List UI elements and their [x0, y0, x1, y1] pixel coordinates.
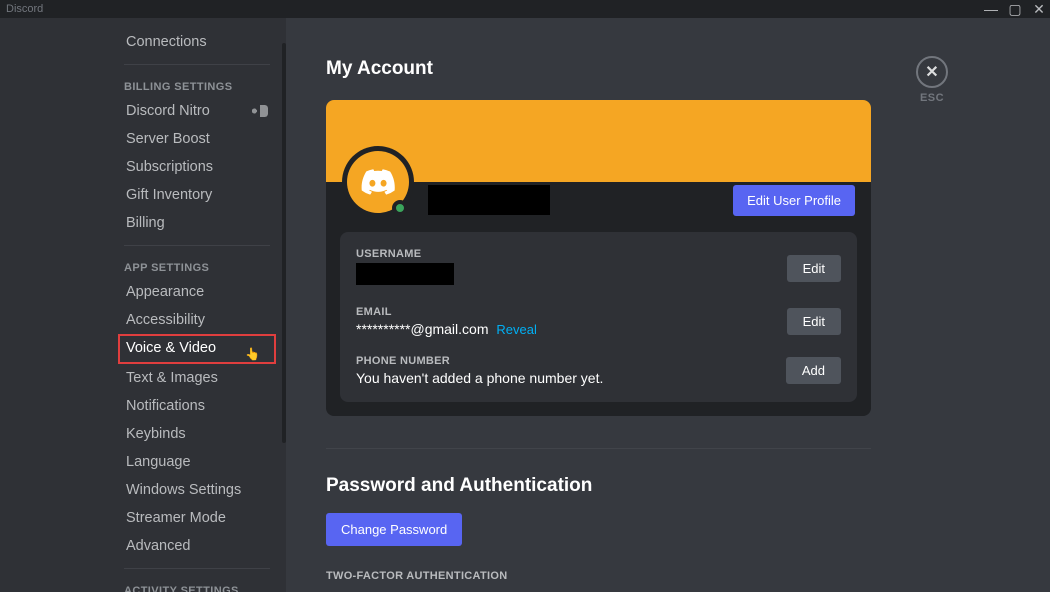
- sidebar-item-gift-inventory[interactable]: Gift Inventory: [118, 181, 276, 209]
- sidebar-item-streamer-mode[interactable]: Streamer Mode: [118, 504, 276, 532]
- settings-content: ✕ ESC My Account Edit User Profile: [286, 18, 1050, 592]
- sidebar-item-text-images[interactable]: Text & Images: [118, 364, 276, 392]
- change-password-button[interactable]: Change Password: [326, 513, 462, 546]
- account-card: Edit User Profile USERNAME Edit EMAIL **…: [326, 100, 871, 416]
- sidebar-item-language[interactable]: Language: [118, 448, 276, 476]
- profile-row: Edit User Profile: [326, 182, 871, 232]
- sidebar-item-connections[interactable]: Connections: [118, 28, 276, 56]
- sidebar-item-discord-nitro[interactable]: Discord Nitro: [118, 97, 276, 125]
- sidebar-item-label: Windows Settings: [126, 481, 241, 499]
- close-settings-button[interactable]: ✕ ESC: [916, 56, 948, 104]
- sidebar-item-label: Advanced: [126, 537, 191, 555]
- titlebar: Discord — ▢ ✕: [0, 0, 1050, 18]
- sidebar-item-windows-settings[interactable]: Windows Settings: [118, 476, 276, 504]
- field-label: PHONE NUMBER: [356, 355, 786, 367]
- username-display: [428, 185, 550, 215]
- sidebar-item-server-boost[interactable]: Server Boost: [118, 125, 276, 153]
- sidebar-item-label: Language: [126, 453, 191, 471]
- sidebar-item-label: Text & Images: [126, 369, 218, 387]
- account-fields: USERNAME Edit EMAIL **********@gmail.com…: [340, 232, 857, 402]
- sidebar-item-billing[interactable]: Billing: [118, 209, 276, 237]
- sidebar-item-label: Discord Nitro: [126, 102, 210, 120]
- field-phone: PHONE NUMBER You haven't added a phone n…: [356, 355, 841, 386]
- sidebar-item-appearance[interactable]: Appearance: [118, 278, 276, 306]
- section-divider: [326, 448, 871, 449]
- edit-username-button[interactable]: Edit: [787, 255, 841, 282]
- email-value: **********@gmail.com: [356, 321, 489, 337]
- phone-value: You haven't added a phone number yet.: [356, 370, 786, 386]
- auth-section-title: Password and Authentication: [326, 475, 1010, 497]
- field-email: EMAIL **********@gmail.com Reveal Edit: [356, 306, 841, 337]
- sidebar-header-billing: BILLING SETTINGS: [118, 65, 276, 97]
- sidebar-item-notifications[interactable]: Notifications: [118, 392, 276, 420]
- sidebar-header-app: APP SETTINGS: [118, 246, 276, 278]
- sidebar-item-label: Keybinds: [126, 425, 186, 443]
- pointer-cursor-icon: 👆: [245, 345, 260, 363]
- app-title: Discord: [6, 3, 43, 15]
- close-icon: ✕: [925, 62, 938, 82]
- sidebar-item-label: Server Boost: [126, 130, 210, 148]
- settings-sidebar: Connections BILLING SETTINGS Discord Nit…: [0, 18, 286, 592]
- sidebar-item-label: Subscriptions: [126, 158, 213, 176]
- field-username: USERNAME Edit: [356, 248, 841, 288]
- window-close-button[interactable]: ✕: [1032, 2, 1046, 16]
- field-label: USERNAME: [356, 248, 787, 260]
- sidebar-item-label: Appearance: [126, 283, 204, 301]
- discord-logo-icon: [361, 169, 395, 195]
- sidebar-item-label: Notifications: [126, 397, 205, 415]
- sidebar-item-label: Accessibility: [126, 311, 205, 329]
- sidebar-item-voice-video[interactable]: Voice & Video 👆: [118, 334, 276, 364]
- sidebar-item-advanced[interactable]: Advanced: [118, 532, 276, 560]
- username-value-redacted: [356, 263, 454, 285]
- sidebar-item-label: Streamer Mode: [126, 509, 226, 527]
- sidebar-header-activity: ACTIVITY SETTINGS: [118, 569, 276, 592]
- edit-email-button[interactable]: Edit: [787, 308, 841, 335]
- close-icon-circle[interactable]: ✕: [916, 56, 948, 88]
- add-phone-button[interactable]: Add: [786, 357, 841, 384]
- sidebar-item-label: Connections: [126, 33, 207, 51]
- avatar-wrapper: [342, 146, 414, 218]
- edit-user-profile-button[interactable]: Edit User Profile: [733, 185, 855, 216]
- sidebar-item-accessibility[interactable]: Accessibility: [118, 306, 276, 334]
- sidebar-item-label: Gift Inventory: [126, 186, 212, 204]
- window-maximize-button[interactable]: ▢: [1008, 2, 1022, 16]
- nitro-badge-icon: [252, 105, 268, 117]
- tfa-section-label: TWO-FACTOR AUTHENTICATION: [326, 570, 1010, 582]
- sidebar-item-subscriptions[interactable]: Subscriptions: [118, 153, 276, 181]
- window-controls: — ▢ ✕: [984, 0, 1046, 18]
- sidebar-item-label: Billing: [126, 214, 165, 232]
- window-minimize-button[interactable]: —: [984, 2, 998, 16]
- status-indicator-online: [392, 200, 408, 216]
- esc-label: ESC: [916, 92, 948, 104]
- reveal-email-link[interactable]: Reveal: [496, 322, 536, 337]
- page-title: My Account: [326, 58, 1010, 80]
- sidebar-item-keybinds[interactable]: Keybinds: [118, 420, 276, 448]
- field-label: EMAIL: [356, 306, 787, 318]
- sidebar-item-label: Voice & Video: [126, 339, 216, 357]
